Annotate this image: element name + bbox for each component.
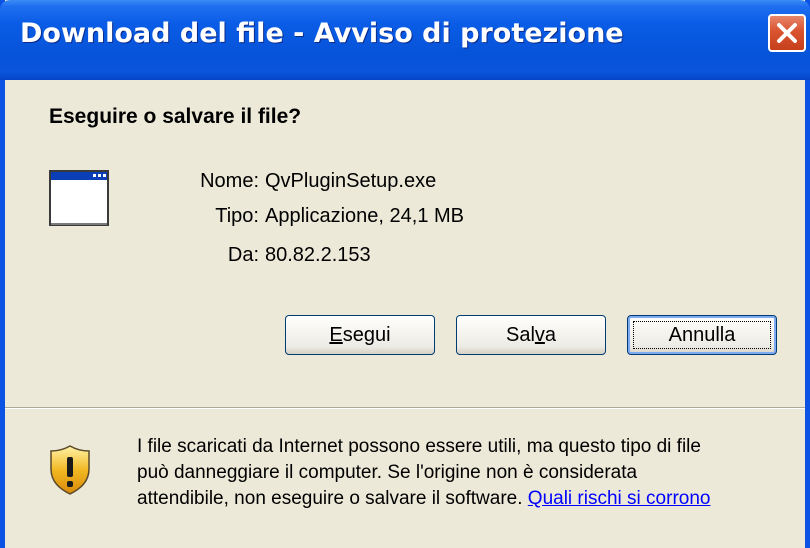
application-window-icon <box>49 170 109 226</box>
security-shield-icon <box>50 445 90 495</box>
file-name-label: Nome: <box>200 170 259 192</box>
cancel-button[interactable]: Annulla <box>627 315 777 355</box>
section-divider <box>5 407 805 409</box>
file-name-label-cell: Nome: <box>165 170 259 200</box>
save-button-label-end: a <box>544 324 557 346</box>
dialog-body: Eseguire o salvare il file? Nome: QvPlug… <box>5 80 805 548</box>
close-button[interactable] <box>768 14 806 52</box>
dialog-heading: Eseguire o salvare il file? <box>49 105 302 128</box>
warning-line-3: attendibile, non eseguire o salvare il s… <box>137 486 787 512</box>
window-title: Download del file - Avviso di protezione <box>20 18 624 49</box>
warning-message: I file scaricati da Internet possono ess… <box>137 434 787 512</box>
warning-line-2: può danneggiare il computer. Se l'origin… <box>137 462 638 483</box>
run-button[interactable]: Esegui <box>285 315 435 355</box>
save-button-label-start: Sal <box>505 324 535 346</box>
title-bar[interactable]: Download del file - Avviso di protezione <box>0 0 810 80</box>
file-type-value: Applicazione, 24,1 MB <box>265 205 465 227</box>
download-security-dialog: Download del file - Avviso di protezione… <box>0 0 810 548</box>
warning-line-3-text: attendibile, non eseguire o salvare il s… <box>137 488 523 509</box>
save-button[interactable]: Salva <box>456 315 606 355</box>
file-source-label-cell: Da: <box>165 244 259 274</box>
file-type-label: Tipo: <box>215 205 259 227</box>
save-button-accesskey: v <box>534 324 545 346</box>
file-name-value: QvPluginSetup.exe <box>265 170 437 192</box>
run-button-label: segui <box>342 324 391 346</box>
focus-ring <box>633 321 771 349</box>
risks-link[interactable]: Quali rischi si corrono <box>528 488 711 509</box>
file-source-value: 80.82.2.153 <box>265 244 371 266</box>
file-source-label: Da: <box>227 244 259 266</box>
run-button-accesskey: E <box>329 324 343 346</box>
warning-line-1: I file scaricati da Internet possono ess… <box>137 436 701 457</box>
close-icon <box>777 23 797 43</box>
file-type-label-cell: Tipo: <box>165 205 259 235</box>
